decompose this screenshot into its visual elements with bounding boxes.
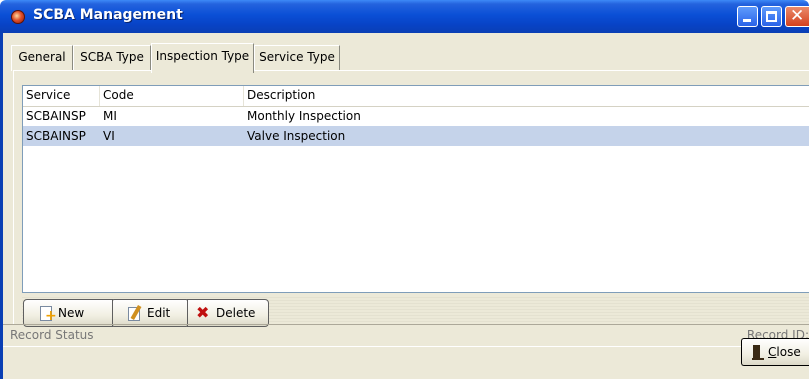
edit-button[interactable]: Edit: [112, 299, 188, 327]
cell-code: VI: [103, 129, 115, 143]
list-header: Service Code Description: [23, 86, 809, 107]
maximize-button[interactable]: [761, 6, 782, 27]
close-button-label: Close: [768, 345, 801, 359]
minimize-icon: [743, 19, 751, 22]
new-document-icon: [38, 305, 57, 324]
window-body: General SCBA Type Inspection Type Servic…: [0, 33, 809, 379]
window-title: SCBA Management: [33, 7, 183, 23]
tab-service-type[interactable]: Service Type: [254, 45, 340, 71]
new-button-label: New: [58, 306, 85, 320]
tab-inspection-type[interactable]: Inspection Type: [151, 43, 254, 73]
tab-scba-type[interactable]: SCBA Type: [73, 45, 151, 71]
door-exit-icon: [752, 344, 764, 360]
maximize-icon: [766, 11, 777, 22]
cell-code: MI: [103, 109, 117, 123]
delete-button[interactable]: ✖ Delete: [187, 299, 269, 327]
status-bar: Record Status Record ID:: [3, 324, 809, 347]
close-window-button[interactable]: ✕: [785, 6, 809, 27]
edit-button-label: Edit: [147, 306, 171, 320]
cell-description: Monthly Inspection: [247, 109, 361, 123]
cell-service: SCBAINSP: [26, 129, 86, 143]
delete-x-icon: ✖: [196, 303, 210, 322]
title-bar[interactable]: SCBA Management ✕: [0, 0, 809, 33]
new-button[interactable]: New: [23, 299, 113, 327]
record-status-label: Record Status: [10, 328, 94, 342]
cell-service: SCBAINSP: [26, 109, 86, 123]
edit-pencil-icon: [127, 305, 143, 321]
column-divider[interactable]: [243, 86, 244, 106]
inspection-type-list[interactable]: Service Code Description SCBAINSP MI Mon…: [22, 85, 809, 293]
close-button[interactable]: Close: [741, 338, 809, 366]
delete-button-label: Delete: [216, 306, 256, 320]
list-toolbar: New Edit ✖ Delete: [22, 297, 809, 327]
close-x-icon: ✕: [790, 6, 805, 26]
cell-description: Valve Inspection: [247, 129, 346, 143]
tab-general[interactable]: General: [11, 45, 73, 71]
column-divider[interactable]: [99, 86, 100, 106]
minimize-button[interactable]: [737, 6, 758, 27]
tab-panel: Service Code Description SCBAINSP MI Mon…: [13, 70, 809, 327]
column-header-service[interactable]: Service: [26, 88, 70, 102]
close-button-label-rest: lose: [776, 345, 801, 359]
fire-helmet-icon: [11, 10, 25, 24]
column-header-description[interactable]: Description: [247, 88, 315, 102]
table-row[interactable]: SCBAINSP MI Monthly Inspection: [23, 106, 809, 126]
column-header-code[interactable]: Code: [103, 88, 134, 102]
table-row-selected[interactable]: SCBAINSP VI Valve Inspection: [23, 126, 809, 146]
